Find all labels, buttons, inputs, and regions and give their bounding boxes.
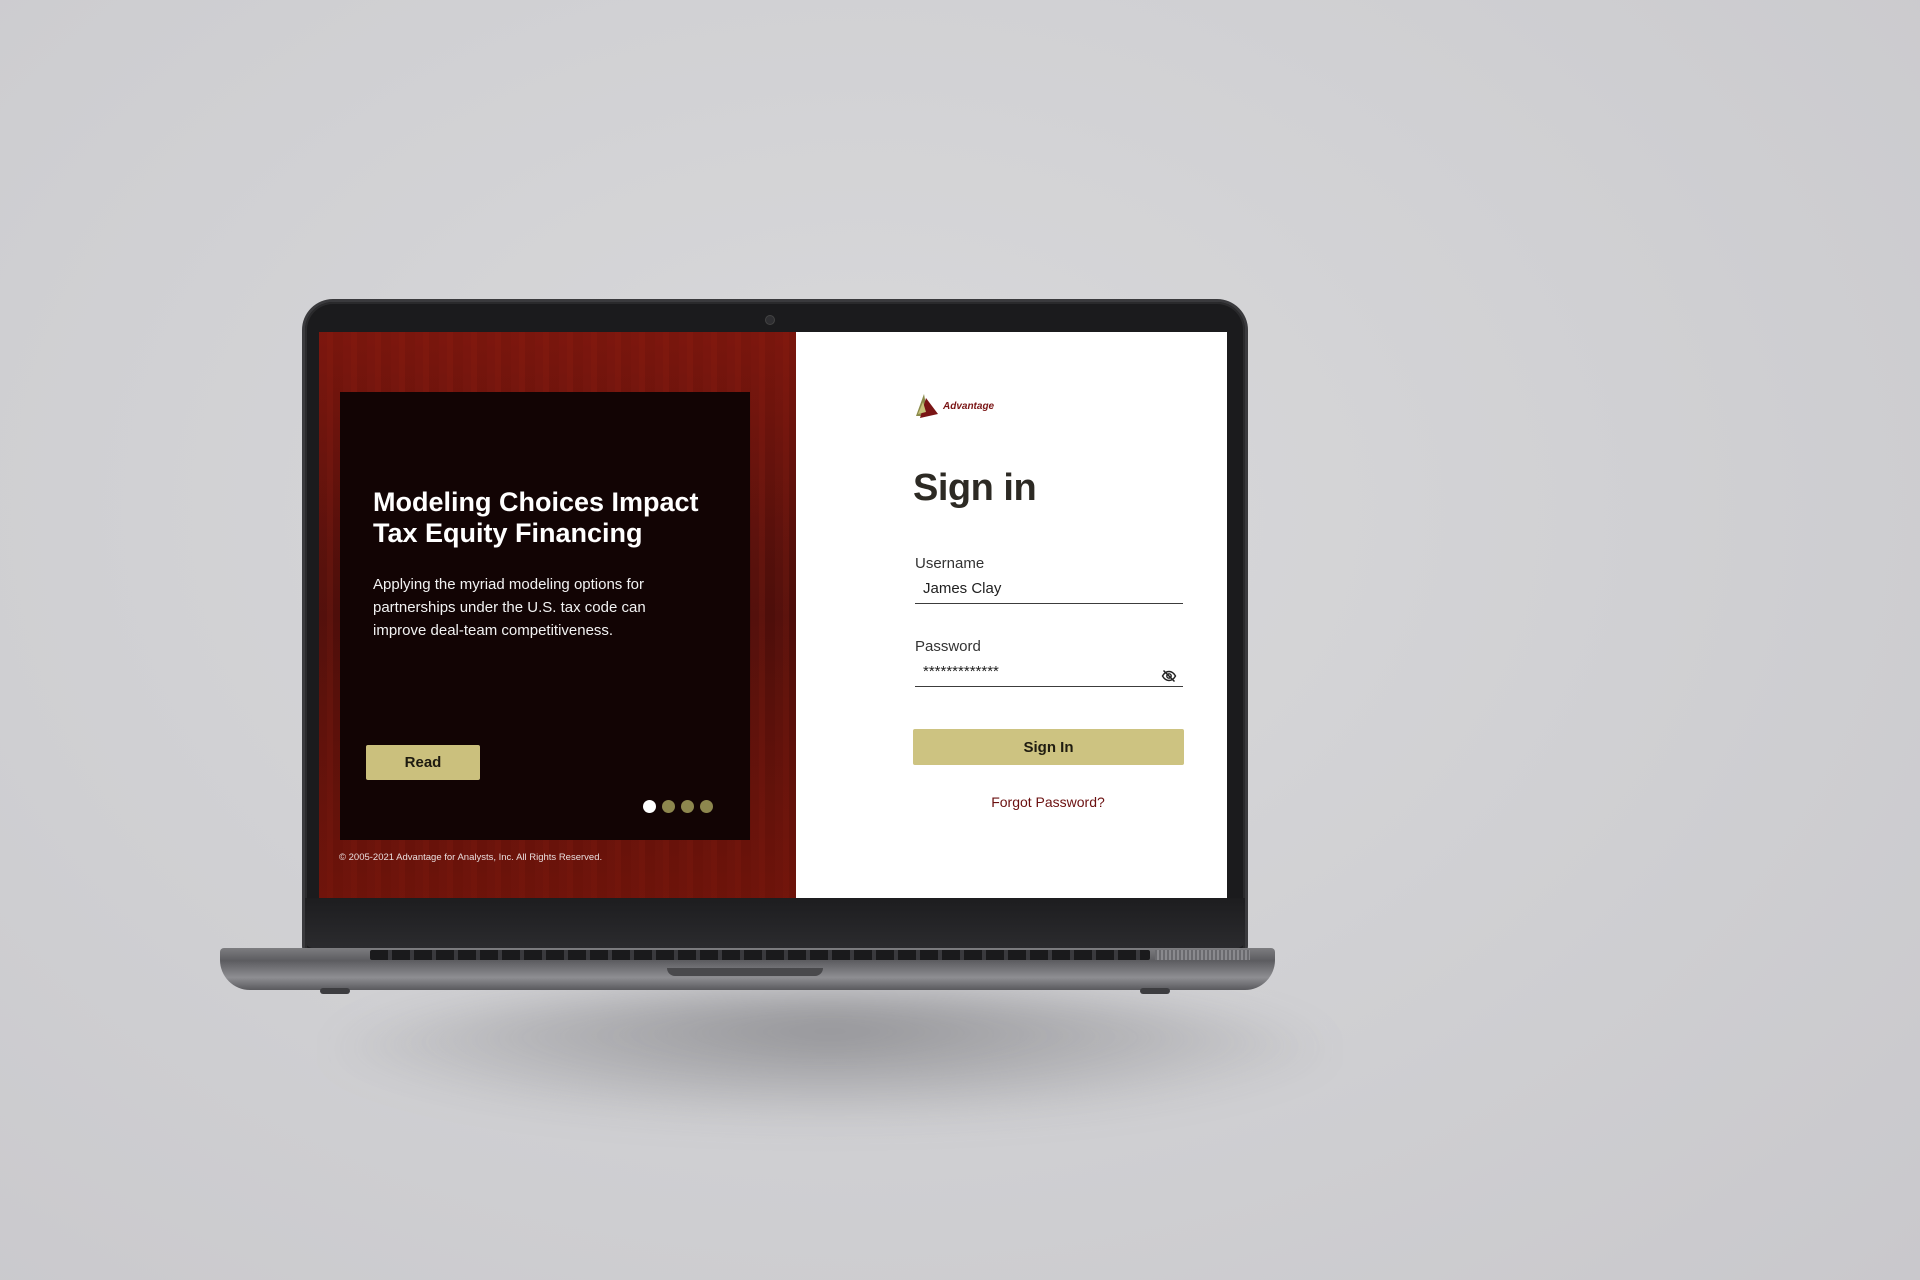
promo-title: Modeling Choices Impact Tax Equity Finan… bbox=[373, 487, 699, 548]
camera-icon bbox=[766, 316, 774, 324]
keyboard-edge bbox=[370, 950, 1150, 960]
laptop-shadow bbox=[330, 990, 1330, 1120]
mockup-scene: Modeling Choices Impact Tax Equity Finan… bbox=[0, 0, 1920, 1280]
read-button[interactable]: Read bbox=[366, 745, 480, 780]
password-label: Password bbox=[915, 638, 981, 655]
promo-card: Modeling Choices Impact Tax Equity Finan… bbox=[340, 392, 750, 840]
laptop-chin bbox=[305, 898, 1245, 948]
carousel-dot-1[interactable] bbox=[643, 800, 656, 813]
laptop-foot-right bbox=[1140, 988, 1170, 994]
promo-description: Applying the myriad modeling options for… bbox=[373, 576, 646, 639]
page-title: Sign in bbox=[913, 467, 1037, 509]
username-label: Username bbox=[915, 555, 985, 572]
laptop-foot-left bbox=[320, 988, 350, 994]
password-field[interactable] bbox=[915, 657, 1183, 687]
carousel-dot-2[interactable] bbox=[662, 800, 675, 813]
carousel-dot-4[interactable] bbox=[700, 800, 713, 813]
carousel-dot-3[interactable] bbox=[681, 800, 694, 813]
promo-panel: Modeling Choices Impact Tax Equity Finan… bbox=[319, 332, 796, 899]
signin-panel: Advantage Sign in Username Password Sign… bbox=[796, 332, 1227, 899]
laptop-screen: Modeling Choices Impact Tax Equity Finan… bbox=[319, 332, 1227, 899]
carousel-dots bbox=[643, 800, 713, 813]
eye-slash-icon[interactable] bbox=[1161, 668, 1177, 684]
speaker-grille bbox=[1155, 950, 1250, 960]
company-logo: Advantage bbox=[914, 392, 994, 420]
logo-triangle-icon bbox=[916, 394, 938, 418]
logo-wordmark: Advantage bbox=[943, 400, 995, 412]
lid-opening-notch bbox=[667, 968, 823, 976]
copyright-text: © 2005-2021 Advantage for Analysts, Inc.… bbox=[339, 852, 603, 863]
sign-in-button[interactable]: Sign In bbox=[913, 729, 1184, 765]
username-field[interactable] bbox=[915, 574, 1183, 604]
forgot-password-link[interactable]: Forgot Password? bbox=[796, 794, 1227, 810]
